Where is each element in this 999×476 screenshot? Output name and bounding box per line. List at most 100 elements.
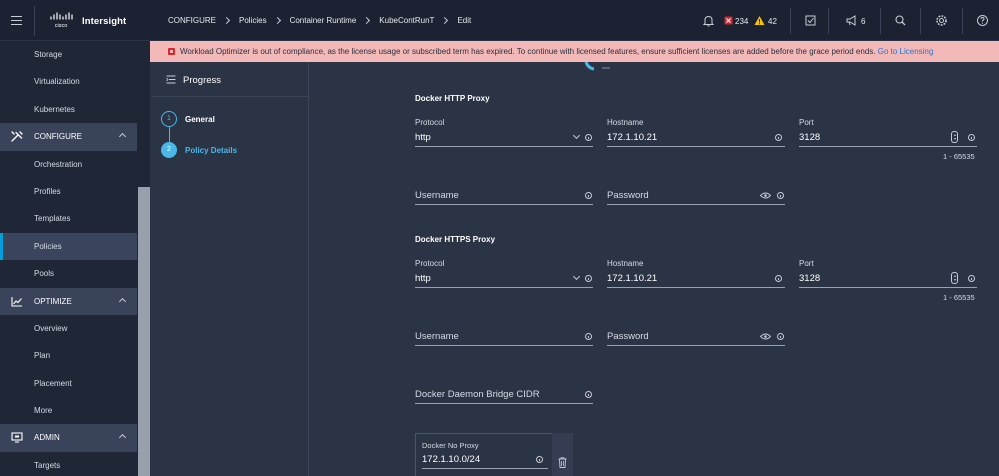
- sidebar-item-profiles[interactable]: Profiles: [0, 178, 137, 205]
- sidebar-item-kubernetes[interactable]: Kubernetes: [0, 96, 137, 123]
- warning-alarm-icon[interactable]: [753, 14, 766, 27]
- eye-icon[interactable]: [760, 192, 771, 199]
- sidebar-item-label: Profiles: [34, 186, 61, 196]
- sidebar-item-orchestration[interactable]: Orchestration: [0, 151, 137, 178]
- https-protocol-select[interactable]: http: [415, 270, 593, 288]
- search-icon[interactable]: [894, 14, 907, 27]
- tasks-icon[interactable]: [804, 14, 817, 27]
- https-port-stepper[interactable]: 3128: [799, 270, 977, 288]
- bridge-cidr-input[interactable]: Docker Daemon Bridge CIDR: [415, 386, 593, 404]
- https-username-placeholder: Username: [415, 331, 459, 342]
- trash-icon[interactable]: [558, 457, 567, 468]
- breadcrumb-policy-name[interactable]: KubeContRunT: [379, 16, 434, 25]
- critical-alarm-icon[interactable]: [722, 14, 735, 27]
- http-password-input[interactable]: Password: [607, 187, 785, 205]
- step-general-indicator[interactable]: 1: [161, 111, 177, 127]
- https-protocol-value: http: [415, 273, 431, 284]
- http-hostname-input[interactable]: 172.1.10.21: [607, 129, 785, 147]
- sidebar-item-label: Targets: [34, 460, 61, 470]
- info-icon[interactable]: [585, 192, 592, 199]
- info-icon[interactable]: [777, 192, 784, 199]
- divider: [34, 6, 35, 36]
- chevron-right-icon: [273, 16, 281, 25]
- step-policy-details-indicator[interactable]: 2: [161, 142, 177, 158]
- info-icon[interactable]: [585, 333, 592, 340]
- chevron-up-icon: [118, 434, 127, 442]
- info-icon[interactable]: [775, 275, 782, 282]
- step-policy-details-label[interactable]: Policy Details: [185, 146, 237, 155]
- banner-message: Workload Optimizer is out of compliance,…: [180, 47, 876, 56]
- sidebar-item-placement[interactable]: Placement: [0, 370, 137, 397]
- info-icon[interactable]: [968, 134, 975, 141]
- step-general-label[interactable]: General: [185, 115, 215, 124]
- top-header: CONFIGURE Policies Container Runtime Kub…: [150, 0, 999, 41]
- sidebar-item-label: More: [34, 406, 53, 416]
- sidebar-item-label: Placement: [34, 378, 72, 388]
- stepper-arrows-icon[interactable]: [951, 131, 958, 143]
- go-to-licensing-link[interactable]: Go to Licensing: [878, 47, 934, 56]
- http-port-stepper[interactable]: 3128: [799, 129, 977, 147]
- https-hostname-input[interactable]: 172.1.10.21: [607, 270, 785, 288]
- policy-details-form: Docker HTTP Proxy Protocol http Hostname…: [310, 62, 999, 476]
- warning-alarm-count[interactable]: 42: [768, 17, 777, 26]
- wrench-icon: [11, 131, 23, 142]
- gear-icon[interactable]: [935, 14, 948, 27]
- help-icon[interactable]: [976, 14, 989, 27]
- sidebar-scrollbar-thumb[interactable]: [138, 187, 150, 476]
- info-icon[interactable]: [777, 333, 784, 340]
- info-icon[interactable]: [968, 275, 975, 282]
- sidebar-section-optimize[interactable]: OPTIMIZE: [0, 287, 137, 315]
- sidebar-item-more[interactable]: More: [0, 397, 137, 424]
- http-protocol-label: Protocol: [415, 118, 445, 127]
- scrolled-gauge-fragment: [584, 62, 610, 71]
- http-username-input[interactable]: Username: [415, 187, 593, 205]
- chart-line-icon: [11, 296, 22, 307]
- chevron-up-icon: [118, 297, 127, 305]
- sidebar-item-targets[interactable]: Targets: [0, 452, 137, 476]
- http-port-value: 3128: [799, 132, 821, 143]
- breadcrumb-configure[interactable]: CONFIGURE: [168, 16, 216, 25]
- no-proxy-input[interactable]: 172.1.10.0/24: [422, 451, 548, 469]
- sidebar-item-overview[interactable]: Overview: [0, 315, 137, 342]
- bell-icon[interactable]: [702, 14, 715, 27]
- sidebar-item-label: Orchestration: [34, 159, 83, 169]
- announcement-count[interactable]: 6: [861, 17, 865, 26]
- info-icon[interactable]: [585, 275, 592, 282]
- error-icon: [168, 48, 175, 55]
- sidebar-item-storage[interactable]: Storage: [0, 41, 137, 68]
- sidebar-section-admin[interactable]: ADMIN: [0, 424, 137, 452]
- eye-icon[interactable]: [760, 333, 771, 340]
- info-icon[interactable]: [775, 134, 782, 141]
- info-icon[interactable]: [585, 391, 592, 398]
- sidebar-section-configure[interactable]: CONFIGURE: [0, 123, 137, 151]
- header-divider: [828, 8, 829, 34]
- sidebar-item-policies[interactable]: Policies: [0, 232, 137, 261]
- sidebar-header: cisco Intersight: [0, 0, 150, 41]
- bridge-cidr-placeholder: Docker Daemon Bridge CIDR: [415, 389, 540, 400]
- hamburger-menu-icon[interactable]: [11, 16, 22, 25]
- https-hostname-value: 172.1.10.21: [607, 273, 658, 284]
- http-protocol-select[interactable]: http: [415, 129, 593, 147]
- info-icon[interactable]: [585, 134, 592, 141]
- breadcrumb-policies[interactable]: Policies: [239, 16, 267, 25]
- stepper-arrows-icon[interactable]: [951, 272, 958, 284]
- breadcrumb-container-runtime[interactable]: Container Runtime: [290, 16, 357, 25]
- https-password-input[interactable]: Password: [607, 328, 785, 346]
- step-number: 2: [167, 146, 171, 153]
- sidebar-item-virtualization[interactable]: Virtualization: [0, 68, 137, 95]
- critical-alarm-count[interactable]: 234: [735, 17, 748, 26]
- sidebar-item-label: Overview: [34, 323, 68, 333]
- sidebar-item-label: Templates: [34, 214, 71, 224]
- http-username-placeholder: Username: [415, 190, 459, 201]
- https-protocol-label: Protocol: [415, 259, 445, 268]
- sidebar-item-templates[interactable]: Templates: [0, 205, 137, 232]
- sidebar-item-label: Storage: [34, 50, 63, 59]
- breadcrumb-edit: Edit: [457, 16, 472, 25]
- step-number: 1: [167, 115, 171, 122]
- sidebar-item-plan[interactable]: Plan: [0, 342, 137, 369]
- info-icon[interactable]: [536, 456, 543, 463]
- megaphone-icon[interactable]: [845, 14, 858, 27]
- cisco-logo-icon: cisco: [50, 12, 73, 28]
- sidebar-item-pools[interactable]: Pools: [0, 260, 137, 287]
- https-username-input[interactable]: Username: [415, 328, 593, 346]
